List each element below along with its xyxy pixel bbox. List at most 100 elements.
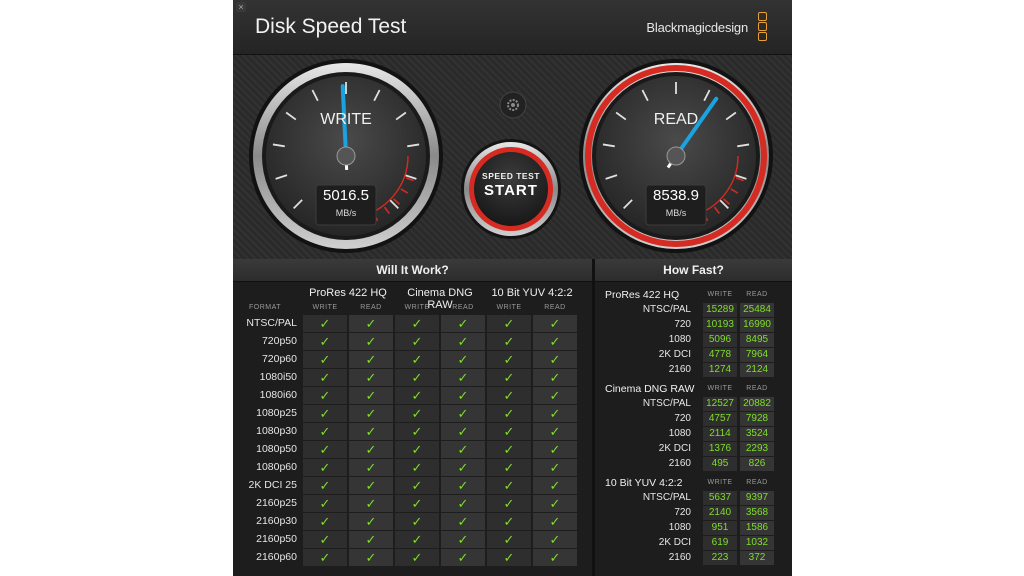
compatibility-check-icon: ✓ <box>349 459 393 476</box>
compatibility-check-icon: ✓ <box>349 441 393 458</box>
disk-speed-test-window: Disk Speed Test Blackmagicdesign × WRITE… <box>233 0 792 576</box>
frames-per-second-read: 20882 <box>740 397 774 411</box>
frames-per-second-read: 372 <box>740 551 774 565</box>
compatibility-check-icon: ✓ <box>395 459 439 476</box>
compatibility-check-icon: ✓ <box>487 333 531 350</box>
how-read-subheader: READ <box>746 291 768 298</box>
compatibility-check-icon: ✓ <box>487 531 531 548</box>
will-group-header: ProRes 422 HQ <box>309 287 387 299</box>
format-row-label: 720p60 <box>261 353 297 365</box>
write-speed-value: 5016.5 <box>323 187 369 204</box>
format-row-label: 1080i50 <box>259 371 297 383</box>
read-needle-hub <box>666 146 686 166</box>
how-row-label: 720 <box>674 319 691 330</box>
compatibility-check-icon: ✓ <box>487 459 531 476</box>
compatibility-check-icon: ✓ <box>303 333 347 350</box>
compatibility-check-icon: ✓ <box>303 387 347 404</box>
how-fast-table: ProRes 422 HQ WRITE READ NTSC/PAL 15289 25484… <box>595 282 792 576</box>
settings-button[interactable] <box>500 91 526 117</box>
compatibility-check-icon: ✓ <box>349 549 393 566</box>
how-fast-title: How Fast? <box>595 259 792 282</box>
results-area: Will It Work? How Fast? FORMAT ProRes 422… <box>233 259 792 576</box>
compatibility-check-icon: ✓ <box>487 495 531 512</box>
compatibility-check-icon: ✓ <box>303 405 347 422</box>
how-write-subheader: WRITE <box>707 385 733 392</box>
compatibility-check-icon: ✓ <box>533 459 577 476</box>
compatibility-check-icon: ✓ <box>487 513 531 530</box>
format-row-label: 1080i60 <box>259 389 297 401</box>
compatibility-check-icon: ✓ <box>349 513 393 530</box>
compatibility-check-icon: ✓ <box>303 549 347 566</box>
compatibility-check-icon: ✓ <box>487 549 531 566</box>
compatibility-check-icon: ✓ <box>487 477 531 494</box>
compatibility-check-icon: ✓ <box>303 495 347 512</box>
format-row-label: 720p50 <box>261 335 297 347</box>
will-write-subheader: WRITE <box>404 304 430 311</box>
format-row-label: NTSC/PAL <box>246 317 297 329</box>
frames-per-second-read: 25484 <box>740 303 774 317</box>
compatibility-check-icon: ✓ <box>487 369 531 386</box>
frames-per-second-write: 1376 <box>703 442 737 456</box>
how-read-subheader: READ <box>746 385 768 392</box>
read-speed-value: 8538.9 <box>653 187 699 204</box>
compatibility-check-icon: ✓ <box>395 351 439 368</box>
compatibility-check-icon: ✓ <box>395 333 439 350</box>
compatibility-check-icon: ✓ <box>303 441 347 458</box>
compatibility-check-icon: ✓ <box>441 495 485 512</box>
compatibility-check-icon: ✓ <box>349 405 393 422</box>
compatibility-check-icon: ✓ <box>349 315 393 332</box>
write-needle-hub <box>336 146 356 166</box>
compatibility-check-icon: ✓ <box>533 405 577 422</box>
frames-per-second-read: 7964 <box>740 348 774 362</box>
compatibility-check-icon: ✓ <box>533 369 577 386</box>
how-write-subheader: WRITE <box>707 479 733 486</box>
compatibility-check-icon: ✓ <box>303 315 347 332</box>
compatibility-check-icon: ✓ <box>533 549 577 566</box>
frames-per-second-read: 16990 <box>740 318 774 332</box>
frames-per-second-read: 9397 <box>740 491 774 505</box>
compatibility-check-icon: ✓ <box>395 423 439 440</box>
frames-per-second-read: 2124 <box>740 363 774 377</box>
frames-per-second-write: 4778 <box>703 348 737 362</box>
write-gauge-label: WRITE <box>320 111 372 128</box>
compatibility-check-icon: ✓ <box>303 531 347 548</box>
frames-per-second-write: 951 <box>703 521 737 535</box>
start-button[interactable] <box>469 147 553 231</box>
compatibility-check-icon: ✓ <box>441 459 485 476</box>
compatibility-check-icon: ✓ <box>441 333 485 350</box>
compatibility-check-icon: ✓ <box>303 513 347 530</box>
format-row-label: 2160p50 <box>256 533 297 545</box>
compatibility-check-icon: ✓ <box>349 477 393 494</box>
compatibility-check-icon: ✓ <box>441 405 485 422</box>
close-button[interactable]: × <box>236 2 246 12</box>
how-row-label: 1080 <box>668 522 691 533</box>
format-row-label: 1080p30 <box>256 425 297 437</box>
compatibility-check-icon: ✓ <box>349 351 393 368</box>
will-group-header: 10 Bit YUV 4:2:2 <box>491 287 573 299</box>
frames-per-second-read: 2293 <box>740 442 774 456</box>
frames-per-second-read: 3524 <box>740 427 774 441</box>
how-row-label: 1080 <box>668 334 691 345</box>
compatibility-check-icon: ✓ <box>303 423 347 440</box>
frames-per-second-write: 5637 <box>703 491 737 505</box>
compatibility-check-icon: ✓ <box>487 387 531 404</box>
how-row-label: 720 <box>674 507 691 518</box>
frames-per-second-read: 1586 <box>740 521 774 535</box>
frames-per-second-read: 7928 <box>740 412 774 426</box>
compatibility-check-icon: ✓ <box>303 477 347 494</box>
frames-per-second-read: 1032 <box>740 536 774 550</box>
will-it-work-title: Will It Work? <box>233 259 592 282</box>
frames-per-second-write: 2140 <box>703 506 737 520</box>
compatibility-check-icon: ✓ <box>441 441 485 458</box>
frames-per-second-write: 1274 <box>703 363 737 377</box>
compatibility-check-icon: ✓ <box>533 495 577 512</box>
compatibility-check-icon: ✓ <box>395 477 439 494</box>
compatibility-check-icon: ✓ <box>533 441 577 458</box>
frames-per-second-write: 15289 <box>703 303 737 317</box>
compatibility-check-icon: ✓ <box>395 315 439 332</box>
format-row-label: 2160p25 <box>256 497 297 509</box>
compatibility-check-icon: ✓ <box>487 315 531 332</box>
compatibility-check-icon: ✓ <box>441 549 485 566</box>
frames-per-second-write: 12527 <box>703 397 737 411</box>
frames-per-second-read: 3568 <box>740 506 774 520</box>
